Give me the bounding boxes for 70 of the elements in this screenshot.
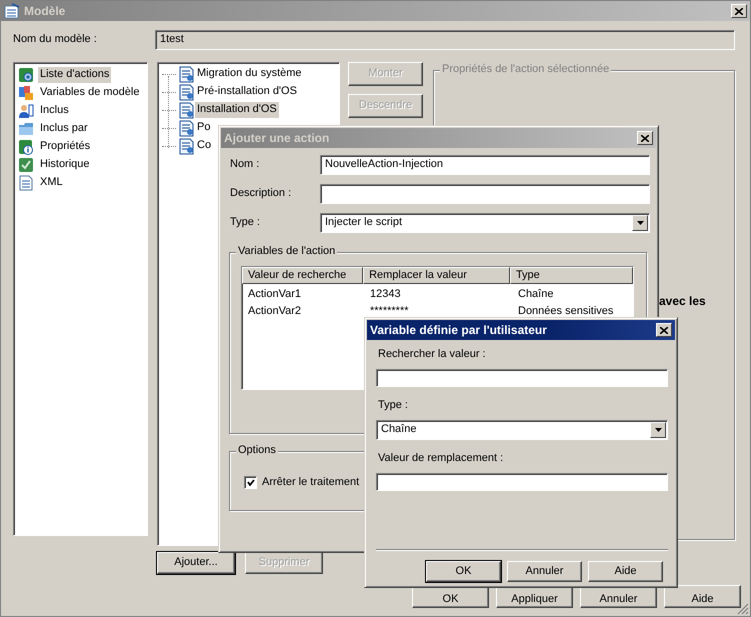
sidebar-item[interactable]: Inclus par bbox=[38, 121, 90, 137]
sidebar-item[interactable]: Historique bbox=[38, 157, 92, 173]
document-icon bbox=[178, 66, 195, 82]
close-button[interactable] bbox=[656, 323, 672, 337]
info-icon bbox=[18, 139, 34, 155]
window-title: Modèle bbox=[24, 4, 66, 18]
document-icon bbox=[178, 102, 195, 118]
close-icon bbox=[735, 8, 743, 14]
table-cell-text: ActionVar1 bbox=[247, 287, 302, 302]
type-dropdown[interactable]: Chaîne bbox=[376, 420, 668, 440]
document-icon bbox=[178, 138, 195, 154]
field-label: Rechercher la valeur : bbox=[378, 348, 487, 362]
button[interactable]: Ajouter... bbox=[157, 552, 235, 574]
field-label: Nom : bbox=[230, 158, 260, 172]
button[interactable]: Aide bbox=[664, 585, 741, 608]
column-header[interactable]: Remplacer la valeur bbox=[363, 267, 510, 284]
checkbox[interactable] bbox=[244, 476, 257, 490]
input-field[interactable] bbox=[376, 473, 668, 491]
button[interactable]: Aide bbox=[588, 561, 663, 582]
tree-item[interactable]: Migration du système bbox=[195, 66, 304, 82]
folder-icon bbox=[18, 121, 34, 137]
type-dropdown[interactable]: Injecter le script bbox=[320, 213, 650, 233]
sidebar-item[interactable]: Propriétés bbox=[38, 139, 92, 155]
input-field[interactable]: 1test bbox=[155, 30, 735, 50]
group-title: Propriétés de l'action sélectionnée bbox=[440, 63, 612, 76]
input-field[interactable]: NouvelleAction-Injection bbox=[320, 155, 650, 175]
table-cell-text: ActionVar2 bbox=[247, 304, 302, 320]
field-label: Nom du modèle : bbox=[13, 33, 98, 47]
column-header[interactable]: Valeur de recherche bbox=[242, 267, 364, 284]
table-cell-text: ********* bbox=[369, 304, 410, 320]
button[interactable]: Annuler bbox=[507, 561, 582, 582]
field-label: Valeur de remplacement : bbox=[378, 452, 504, 466]
tree-item[interactable]: Installation d'OS bbox=[195, 102, 279, 118]
window-title: Variable définie par l'utilisateur bbox=[370, 322, 547, 338]
table-cell-text: Chaîne bbox=[517, 287, 554, 302]
input-field[interactable] bbox=[320, 184, 650, 204]
close-icon bbox=[641, 134, 649, 142]
sidebar-item[interactable]: Liste d'actions bbox=[38, 67, 112, 83]
tree-item[interactable]: Pré-installation d'OS bbox=[195, 84, 299, 100]
field-label: Description : bbox=[230, 187, 292, 201]
sidebar-item[interactable]: XML bbox=[38, 175, 65, 191]
group-title: Options bbox=[236, 444, 278, 458]
check-mark-icon bbox=[246, 479, 254, 486]
document-icon bbox=[178, 120, 195, 136]
note-text: avec les bbox=[659, 294, 706, 308]
tree-item[interactable]: Co bbox=[195, 138, 214, 154]
check-icon bbox=[18, 157, 34, 173]
close-button[interactable] bbox=[731, 4, 747, 18]
document-icon bbox=[18, 175, 34, 191]
window-icon bbox=[4, 3, 20, 19]
sidebar-item[interactable]: Variables de modèle bbox=[38, 85, 142, 101]
window-title: Ajouter une action bbox=[224, 130, 330, 146]
field-label: Type : bbox=[230, 216, 261, 230]
tree-item[interactable]: Po bbox=[195, 120, 212, 136]
table-cell-text: Données sensitives bbox=[517, 304, 614, 320]
checkbox-label: Arrêter le traitement bbox=[262, 476, 360, 490]
person-icon bbox=[18, 103, 34, 119]
close-button[interactable] bbox=[637, 131, 653, 145]
sidebar-item[interactable]: Inclus bbox=[38, 103, 71, 119]
document-icon bbox=[178, 84, 195, 100]
dropdown-icon bbox=[636, 221, 644, 225]
dropdown-icon bbox=[654, 428, 662, 432]
field-label: Type : bbox=[378, 399, 409, 413]
table-cell-text: 12343 bbox=[369, 287, 402, 302]
input-field[interactable] bbox=[376, 369, 668, 387]
gear-icon bbox=[18, 67, 34, 83]
blocks-icon bbox=[18, 85, 34, 101]
button[interactable]: OK bbox=[426, 561, 501, 582]
close-icon bbox=[660, 326, 668, 334]
column-header[interactable]: Type bbox=[510, 267, 633, 284]
